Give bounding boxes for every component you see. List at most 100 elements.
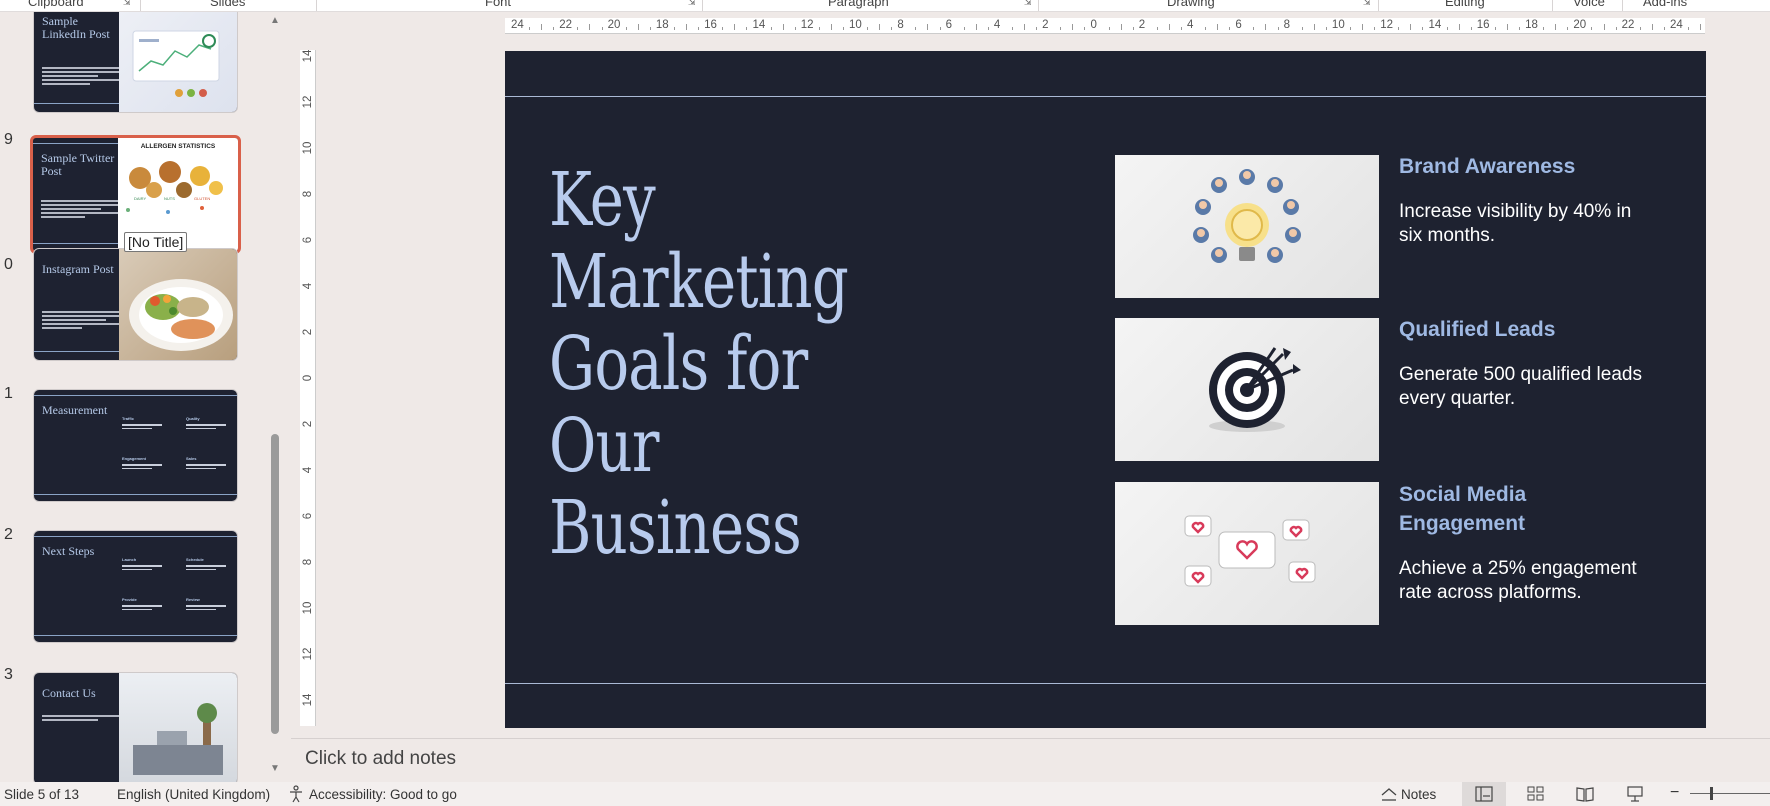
ruler-tick-label: 12: [1380, 19, 1393, 31]
font-launcher-icon[interactable]: ⇲: [688, 0, 697, 7]
ruler-tick-mark: [1132, 27, 1134, 30]
slide-counter[interactable]: Slide 5 of 13: [4, 787, 79, 802]
svg-text:GLUTEN: GLUTEN: [194, 196, 210, 201]
ruler-tick-label: 6: [302, 236, 314, 244]
slide-canvas[interactable]: Key Marketing Goals for Our Business Bra…: [505, 51, 1706, 728]
reading-view-icon[interactable]: [1576, 785, 1594, 803]
goal-description-qualified-leads[interactable]: Generate 500 qualified leads every quart…: [1399, 363, 1659, 411]
slideshow-icon[interactable]: [1626, 785, 1644, 803]
ruler-tick-label: 14: [302, 693, 314, 707]
slide-thumbnail-pane: Sample LinkedIn Post 9 Sample Twitter Po…: [0, 12, 290, 782]
clipboard-launcher-icon[interactable]: ⇲: [123, 0, 132, 7]
ruler-tick-mark: [939, 27, 941, 30]
vertical-ruler[interactable]: 14 12 10 8 6 4 2 0 2 4 6 8 10 12 14: [300, 50, 316, 726]
ruler-tick-mark: [1325, 27, 1327, 30]
ruler-tick-mark: [1494, 27, 1496, 30]
ruler-tick-label: 8: [302, 190, 314, 198]
zoom-slider[interactable]: [1690, 793, 1770, 794]
ruler-tick-mark: [1567, 27, 1569, 30]
ruler-tick-mark: [1639, 27, 1641, 30]
ruler-tick-mark: [1651, 24, 1653, 30]
slide-sorter-icon[interactable]: [1527, 785, 1545, 803]
ruler-tick-label: 8: [302, 558, 314, 566]
ruler-tick-mark: [818, 27, 820, 30]
goal-description-brand-awareness[interactable]: Increase visibility by 40% in six months…: [1399, 200, 1659, 248]
ruler-tick-label: 10: [302, 141, 314, 155]
hearts-chat-icon[interactable]: [1115, 482, 1379, 625]
notes-divider[interactable]: [291, 738, 1770, 739]
target-arrows-icon[interactable]: [1115, 318, 1379, 461]
zoom-out-icon[interactable]: −: [1670, 784, 1679, 802]
slide-thumbnail-12[interactable]: Next Steps Launch Schedule Provide Revie…: [33, 530, 238, 643]
ruler-tick-label: 8: [897, 19, 904, 31]
ruler-tick-mark: [589, 24, 591, 30]
accessibility-icon[interactable]: [287, 785, 305, 803]
scroll-up-arrow-icon[interactable]: ▲: [268, 14, 282, 28]
ruler-tick-mark: [879, 24, 881, 30]
slide-thumbnail-8[interactable]: Sample LinkedIn Post: [33, 12, 238, 113]
ruler-tick-mark: [1168, 24, 1170, 30]
paragraph-launcher-icon[interactable]: ⇲: [1024, 0, 1033, 7]
ruler-tick-mark: [1108, 27, 1110, 30]
goal-description-social-media[interactable]: Achieve a 25% engagement rate across pla…: [1399, 557, 1659, 605]
thumbnail-title: Sample Twitter Post: [41, 151, 115, 178]
normal-view-icon: [1475, 786, 1493, 802]
lightbulb-people-icon[interactable]: [1115, 155, 1379, 298]
ruler-tick-mark: [649, 27, 651, 30]
ruler-tick-mark: [927, 24, 929, 30]
slide-title[interactable]: Key Marketing Goals for Our Business: [549, 159, 908, 569]
language-indicator[interactable]: English (United Kingdom): [117, 787, 270, 802]
ruler-tick-mark: [1120, 24, 1122, 30]
ruler-tick-mark: [1663, 27, 1665, 30]
ribbon-group-paragraph: Paragraph: [828, 0, 889, 9]
ruler-tick-label: 14: [1428, 19, 1442, 31]
ruler-tick-mark: [541, 24, 543, 30]
ruler-tick-label: 6: [1235, 19, 1242, 31]
ruler-tick-label: 12: [302, 95, 314, 109]
ruler-tick-mark: [1362, 24, 1364, 30]
ruler-tick-label: 18: [655, 19, 669, 31]
ribbon-group-editing: Editing: [1445, 0, 1485, 9]
status-bar: Slide 5 of 13 English (United Kingdom) A…: [0, 782, 1770, 806]
ruler-tick-mark: [1024, 24, 1026, 30]
slide-thumbnail-11[interactable]: Measurement Traffic Quality Engagement S…: [33, 389, 238, 502]
ruler-tick-mark: [1470, 27, 1472, 30]
accessibility-status[interactable]: Accessibility: Good to go: [309, 787, 457, 802]
scrollbar-thumb[interactable]: [271, 434, 279, 734]
ruler-tick-label: 20: [607, 19, 621, 31]
ruler-tick-mark: [1374, 27, 1376, 30]
ruler-tick-label: 12: [302, 647, 314, 661]
slide-thumbnail-13[interactable]: Contact Us: [33, 672, 238, 782]
slide-thumbnail-10[interactable]: Instagram Post: [33, 248, 238, 361]
ruler-tick-mark: [1084, 27, 1086, 30]
goal-heading-brand-awareness[interactable]: Brand Awareness: [1399, 152, 1699, 181]
slide-number-11: 1: [4, 385, 13, 402]
horizontal-ruler[interactable]: 24 22 20 18 16 14 12 10 8 6 4 2 0 2 4 6 8 10 12 14 16 18 20 22 2…: [505, 18, 1705, 34]
ruler-tick-mark: [1422, 27, 1424, 30]
ruler-tick-mark: [1700, 24, 1702, 30]
thumbnail-title: Sample LinkedIn Post: [42, 14, 110, 41]
ruler-tick-mark: [1180, 27, 1182, 30]
scroll-down-arrow-icon[interactable]: ▼: [268, 762, 282, 776]
ribbon-group-voice: Voice: [1573, 0, 1605, 9]
drawing-launcher-icon[interactable]: ⇲: [1363, 0, 1372, 7]
ruler-tick-mark: [1458, 24, 1460, 30]
ribbon-group-labels: Clipboard ⇲ Slides Font ⇲ Paragraph ⇲ Dr…: [0, 0, 1770, 12]
bottom-divider-line: [505, 683, 1706, 684]
ruler-tick-label: 10: [1331, 19, 1345, 31]
zoom-slider-thumb[interactable]: [1710, 787, 1713, 800]
notes-icon[interactable]: [1380, 785, 1398, 803]
goal-heading-qualified-leads[interactable]: Qualified Leads: [1399, 315, 1699, 344]
ribbon-group-add-ins: Add-ins: [1643, 0, 1688, 9]
ruler-tick-mark: [1253, 27, 1255, 30]
ruler-tick-mark: [963, 27, 965, 30]
notes-button[interactable]: Notes: [1401, 787, 1436, 802]
view-normal-button[interactable]: [1462, 782, 1506, 806]
ruler-tick-mark: [1011, 27, 1013, 30]
thumbnail-scrollbar[interactable]: ▲ ▼: [268, 14, 282, 776]
ribbon-group-slides: Slides: [210, 0, 246, 9]
notes-input[interactable]: Click to add notes: [305, 748, 456, 770]
ruler-tick-mark: [1555, 24, 1557, 30]
goal-heading-social-media[interactable]: Social Media Engagement: [1399, 480, 1599, 538]
ruler-tick-label: 10: [849, 19, 862, 31]
